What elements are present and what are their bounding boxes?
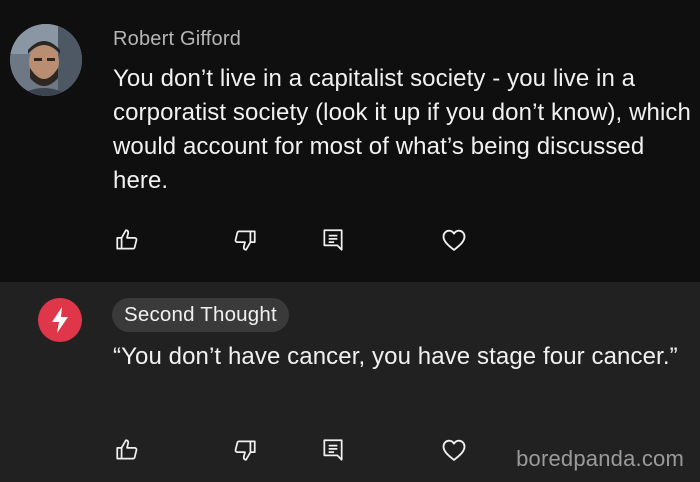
reply-icon (323, 229, 343, 251)
dislike-button[interactable] (227, 432, 263, 468)
comment-robert-gifford: Robert Gifford You don’t live in a capit… (0, 0, 700, 282)
comment-text: You don’t live in a capitalist society -… (113, 65, 691, 194)
lightning-bolt-icon (52, 307, 68, 333)
comment-actions (0, 222, 700, 258)
comments-screen: Robert Gifford You don’t live in a capit… (0, 0, 700, 482)
reply-button[interactable] (315, 432, 351, 468)
reply-icon (323, 439, 343, 461)
thumbs-up-icon (116, 229, 138, 250)
thumbs-down-icon (234, 440, 256, 461)
comment-author[interactable]: Robert Gifford (113, 28, 241, 51)
dislike-button[interactable] (227, 222, 263, 258)
user-avatar[interactable] (10, 24, 82, 96)
heart-button[interactable] (436, 432, 472, 468)
thumbs-up-icon (116, 439, 138, 460)
reply-button[interactable] (315, 222, 351, 258)
heart-button[interactable] (436, 222, 472, 258)
comment-text: “You don’t have cancer, you have stage f… (113, 343, 678, 370)
thumbs-down-icon (234, 230, 256, 251)
like-button[interactable] (109, 222, 145, 258)
user-avatar-photo (10, 24, 82, 96)
channel-avatar[interactable] (38, 298, 82, 342)
heart-icon (442, 229, 466, 251)
heart-icon (442, 439, 466, 461)
like-button[interactable] (109, 432, 145, 468)
comment-author-chip[interactable]: Second Thought (112, 298, 289, 332)
watermark: boredpanda.com (516, 446, 684, 471)
